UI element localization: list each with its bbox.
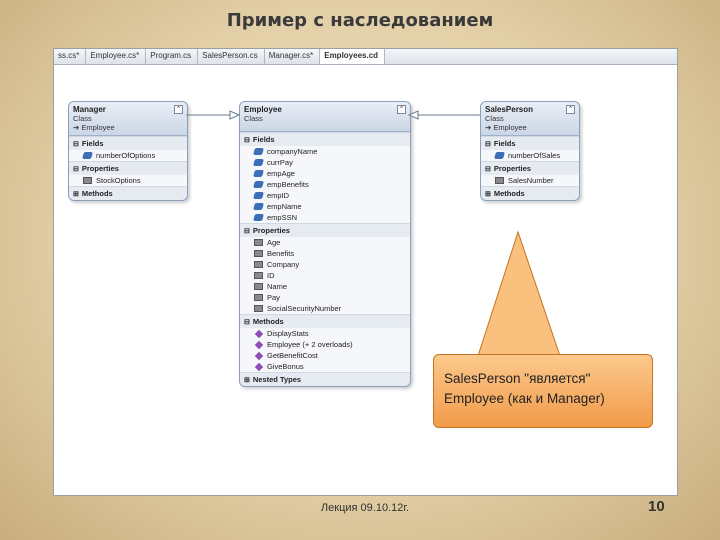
page-number: 10 xyxy=(648,498,665,515)
callout-line-2: Employee (как и Manager) xyxy=(444,391,605,406)
callout-pointer xyxy=(477,230,561,357)
callout-note: SalesPerson "является" Employee (как и M… xyxy=(433,354,653,428)
callout-pointer-shape xyxy=(477,230,561,357)
slide-footer: Лекция 09.10.12г. xyxy=(320,502,410,514)
callout-line-1: SalesPerson "является" xyxy=(444,371,591,386)
